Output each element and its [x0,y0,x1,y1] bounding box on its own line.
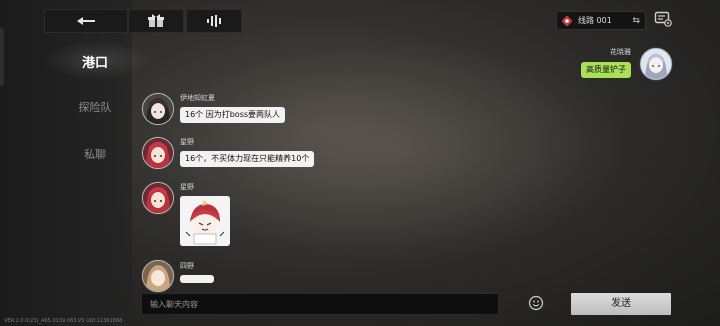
sender-name: 伊地知虹夏 [180,94,215,102]
voice-wave-icon [207,15,221,27]
emoji-icon[interactable] [528,295,544,311]
chat-settings-icon[interactable] [654,11,672,27]
line-label: 线路 001 [578,16,612,25]
avatar-portrait-icon [143,261,173,291]
chat-input[interactable]: 输入聊天内容 [141,293,499,315]
avatar[interactable] [142,93,174,125]
sidebar-item-private-chat[interactable]: 私聊 [40,146,150,162]
send-button[interactable]: 发送 [571,293,671,315]
avatar[interactable] [142,137,174,169]
version-info: VER:2.0.0(23)_A65.0139.063.V5 UID:113618… [4,318,123,324]
sticker-message[interactable] [180,196,230,246]
avatar[interactable] [142,260,174,292]
avatar-portrait-icon [143,138,173,168]
back-arrow-icon [77,17,95,25]
message-bubble: 高质量铲子 [581,62,631,78]
sidebar-item-port[interactable]: 港口 [40,52,150,71]
avatar[interactable] [142,182,174,214]
server-line-selector[interactable]: 线路 001 ⇆ [556,11,646,30]
line-badge-icon [562,15,572,26]
sender-name: 花晓雅 [610,48,631,56]
message-bubble: 16个 因为打boss要两队人 [180,107,286,123]
message-bubble [180,275,214,283]
avatar-portrait-icon [143,94,173,124]
back-button[interactable] [44,9,128,33]
gift-button[interactable] [128,9,184,33]
sender-name: 星野 [180,183,194,191]
swap-icon[interactable]: ⇆ [632,16,640,26]
avatar-portrait-icon [143,183,173,213]
avatar-portrait-icon [641,49,671,79]
sidebar-edge-tab[interactable] [0,28,4,86]
sender-name: 星野 [180,138,194,146]
chibi-sticker-icon [180,196,230,246]
sidebar-item-expedition[interactable]: 探险队 [40,99,150,115]
gift-icon [148,14,164,27]
message-bubble: 16个，不买体力现在只能精养10个 [180,151,315,167]
avatar[interactable] [640,48,672,80]
voice-button[interactable] [186,9,242,33]
channel-sidebar: 港口 探险队 私聊 [0,0,152,326]
sender-name: 四野 [180,262,194,270]
